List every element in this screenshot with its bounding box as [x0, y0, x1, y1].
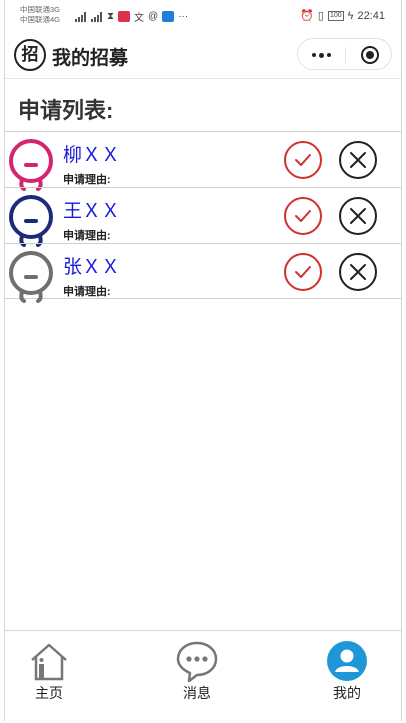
charging-icon: ϟ	[347, 9, 354, 22]
accept-button[interactable]	[284, 253, 322, 291]
carrier-1: 中国联通3G	[20, 5, 61, 14]
applicant-row: 柳ＸＸ 申请理由:	[5, 131, 401, 191]
reject-button[interactable]	[339, 197, 377, 235]
reason-label: 申请理由:	[63, 174, 111, 186]
avatar-icon	[9, 195, 53, 247]
mini-program-capsule	[297, 38, 392, 70]
profile-icon	[327, 641, 367, 681]
capsule-divider	[345, 47, 346, 63]
applicant-name: 柳ＸＸ	[63, 145, 121, 166]
close-icon	[350, 152, 366, 168]
translate-icon: 文	[134, 13, 145, 24]
message-icon	[176, 641, 218, 683]
reason-label: 申请理由:	[63, 230, 111, 242]
signal-icon	[91, 11, 103, 22]
applicant-row: 张ＸＸ 申请理由:	[5, 243, 401, 303]
app-logo-icon: 招	[14, 39, 46, 71]
hourglass-icon: ⧗	[107, 11, 115, 22]
home-icon	[31, 643, 67, 681]
tab-label: 我的	[333, 685, 361, 701]
tab-profile[interactable]: 我的	[307, 639, 387, 703]
tab-label: 主页	[35, 685, 63, 701]
check-icon	[295, 210, 311, 222]
applicant-list: 柳ＸＸ 申请理由: 王ＸＸ 申请理由: 张ＸＸ 申请理由:	[5, 131, 401, 303]
tab-home[interactable]: 主页	[9, 639, 89, 703]
close-miniprogram-icon[interactable]	[361, 46, 379, 64]
reject-button[interactable]	[339, 141, 377, 179]
avatar-icon	[9, 251, 53, 303]
status-bar: 中国联通3G 中国联通4G ⧗ 文 @ ··· ⏰ ▯ 100 ϟ 22:41	[5, 0, 401, 30]
applicant-row: 王ＸＸ 申请理由:	[5, 187, 401, 247]
bottom-tab-bar: 主页 消息 我的	[5, 630, 401, 721]
reason-label: 申请理由:	[63, 286, 111, 298]
vibrate-icon: ▯	[317, 10, 324, 22]
check-icon	[295, 154, 311, 166]
applicant-name: 王ＸＸ	[63, 201, 121, 222]
close-icon	[350, 208, 366, 224]
accept-button[interactable]	[284, 197, 322, 235]
status-icons-left: ⧗ 文 @ ···	[75, 9, 188, 24]
alarm-icon: ⏰	[300, 10, 314, 22]
signal-icon	[75, 11, 87, 22]
title-bar: 招 我的招募	[5, 30, 401, 78]
app-notification-icon	[162, 11, 175, 22]
vpn-icon: @	[148, 11, 159, 22]
tab-label: 消息	[183, 685, 211, 701]
header-divider	[5, 78, 401, 79]
close-icon	[350, 264, 366, 280]
accept-button[interactable]	[284, 141, 322, 179]
section-title: 申请列表:	[18, 98, 114, 123]
status-icons-right: ⏰ ▯ 100 ϟ 22:41	[300, 9, 385, 23]
more-options-icon[interactable]	[312, 52, 331, 58]
more-notifications-icon: ···	[178, 11, 189, 22]
page-title: 我的招募	[52, 48, 129, 69]
clock-time: 22:41	[357, 9, 385, 22]
phone-frame: 中国联通3G 中国联通4G ⧗ 文 @ ··· ⏰ ▯ 100 ϟ 22:41 …	[4, 0, 402, 721]
avatar-icon	[9, 139, 53, 191]
carrier-2: 中国联通4G	[20, 15, 61, 24]
tab-messages[interactable]: 消息	[157, 639, 237, 703]
app-notification-icon	[118, 11, 131, 22]
carrier-info: 中国联通3G 中国联通4G	[20, 5, 60, 25]
battery-icon: 100	[327, 10, 344, 21]
reject-button[interactable]	[339, 253, 377, 291]
check-icon	[295, 266, 311, 278]
applicant-name: 张ＸＸ	[63, 257, 121, 278]
